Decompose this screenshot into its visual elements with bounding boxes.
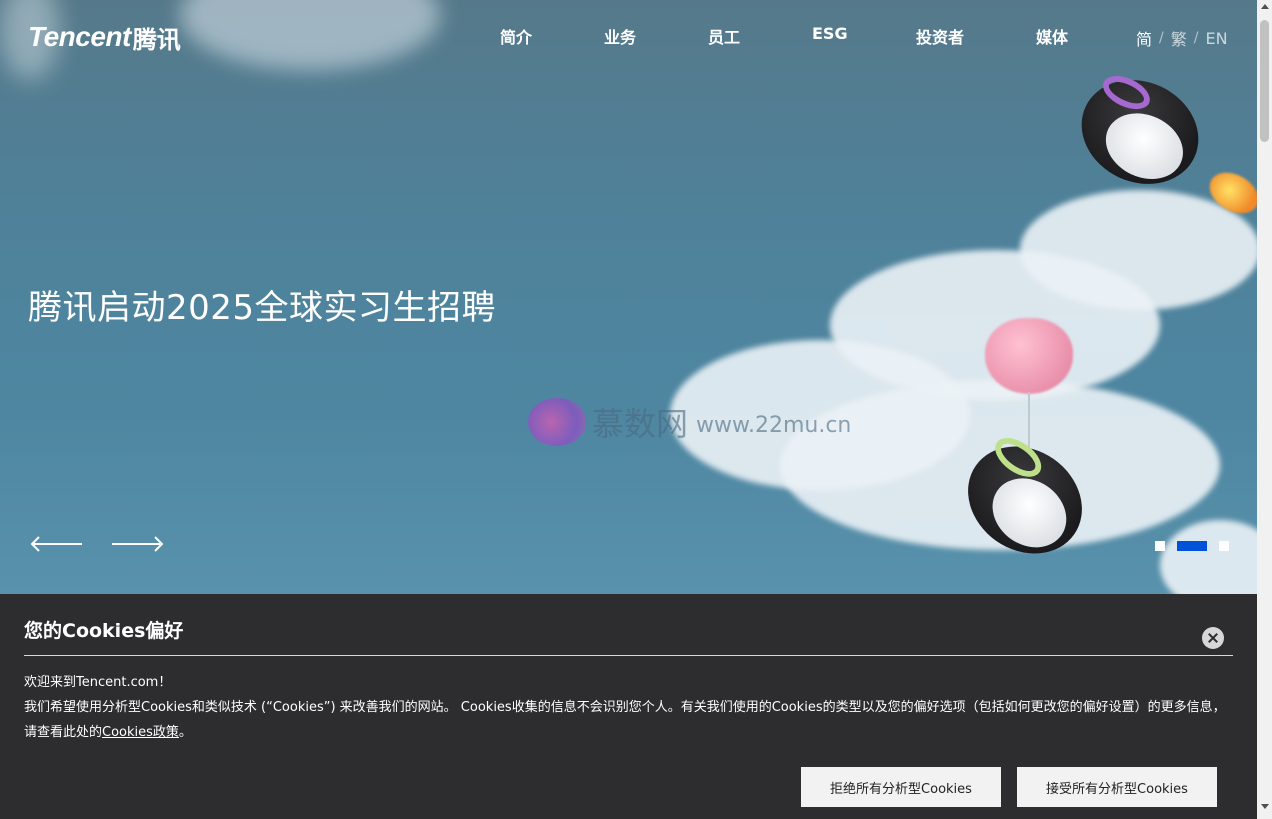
heart-balloon-illustration [985,318,1073,394]
nav-item-investors[interactable]: 投资者 [916,24,964,48]
language-switcher: 简 / 繁 / EN [1136,26,1228,50]
lang-english[interactable]: EN [1205,29,1227,48]
lang-traditional[interactable]: 繁 [1171,26,1187,50]
carousel-dot-active[interactable] [1177,541,1207,551]
reject-cookies-button[interactable]: 拒绝所有分析型Cookies [801,767,1001,807]
cookie-body: 我们希望使用分析型Cookies和类似技术 (“Cookies”) 来改善我们的… [24,695,1234,745]
nav-item-business[interactable]: 业务 [604,24,636,48]
accept-cookies-button[interactable]: 接受所有分析型Cookies [1017,767,1217,807]
cookie-banner: 您的Cookies偏好 欢迎来到Tencent.com！ 我们希望使用分析型Co… [0,594,1257,819]
carousel-dot[interactable] [1155,541,1165,551]
nav-item-employees[interactable]: 员工 [708,24,740,48]
scroll-down-arrow-icon[interactable] [1261,804,1269,809]
close-icon[interactable] [1202,627,1224,649]
hero-headline[interactable]: 腾讯启动2025全球实习生招聘 [28,280,496,329]
nav-item-about[interactable]: 简介 [500,24,532,48]
lang-separator: / [1193,30,1199,46]
cloud [180,0,440,70]
watermark: 慕数网 www.22mu.cn [528,398,851,446]
cookie-body-text: 我们希望使用分析型Cookies和类似技术 (“Cookies”) 来改善我们的… [24,700,1226,740]
nav-item-esg[interactable]: ESG [812,24,848,43]
carousel-dot[interactable] [1219,541,1229,551]
logo-text-cn: 腾讯 [132,25,181,54]
divider [24,655,1233,656]
watermark-cn: 慕数网 [592,405,689,443]
scroll-up-arrow-icon[interactable] [1261,4,1269,9]
lang-simplified[interactable]: 简 [1136,26,1152,50]
watermark-logo-icon [528,398,586,446]
cookie-banner-text: 欢迎来到Tencent.com！ 我们希望使用分析型Cookies和类似技术 (… [24,670,1234,745]
scrollbar-thumb[interactable] [1260,20,1269,142]
nav-item-media[interactable]: 媒体 [1036,24,1068,48]
carousel-prev-arrow-icon[interactable] [30,536,84,552]
logo-text-en: Tencent [28,21,131,52]
cookie-banner-title: 您的Cookies偏好 [24,620,184,642]
penguin-rocket-illustration [1064,61,1216,203]
watermark-url: www.22mu.cn [696,412,852,438]
cookie-body-end: 。 [178,725,192,740]
lang-separator: / [1159,30,1164,46]
cookie-welcome: 欢迎来到Tencent.com！ [24,675,172,690]
tencent-logo[interactable]: Tencent 腾讯 [28,20,181,54]
cookie-policy-link[interactable]: Cookies政策 [102,725,179,740]
scrollbar[interactable] [1257,0,1272,819]
carousel-next-arrow-icon[interactable] [110,536,164,552]
